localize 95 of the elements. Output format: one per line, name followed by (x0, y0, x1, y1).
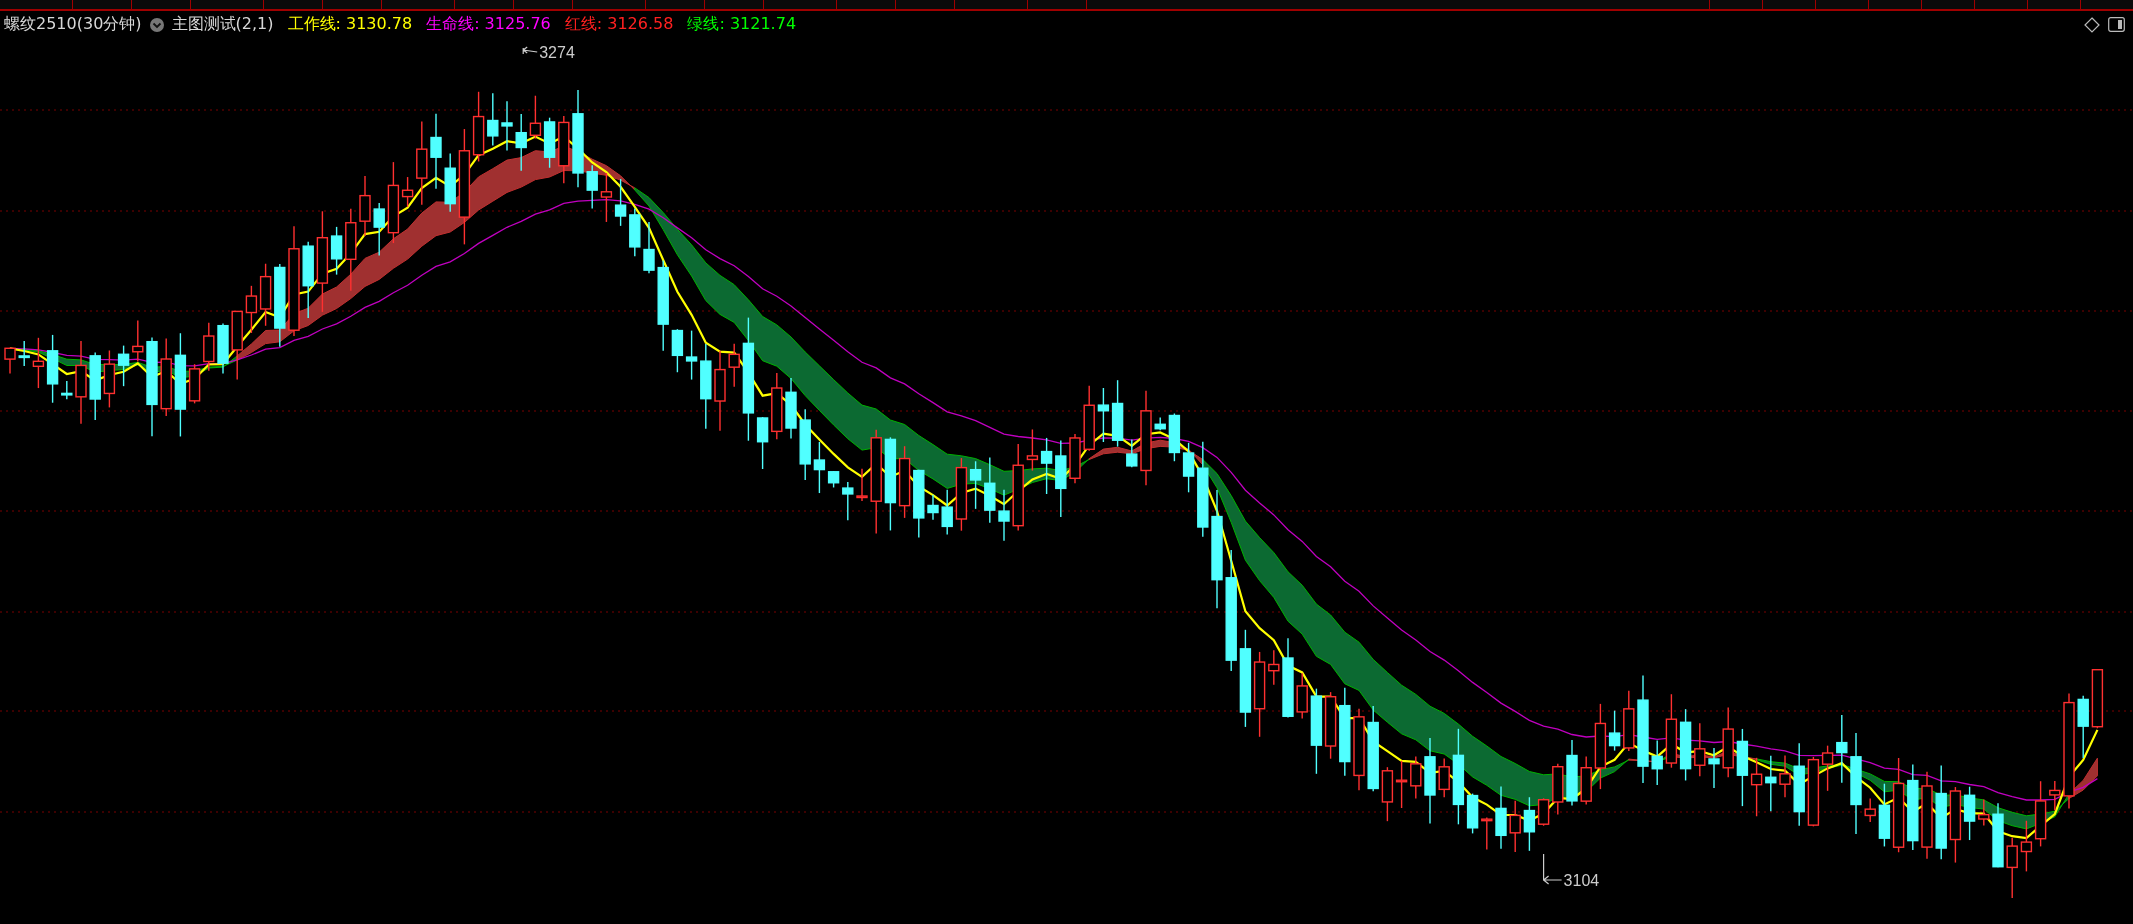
candlestick (1395, 760, 1408, 809)
symbol-title: 螺纹2510(30分钟) (4, 14, 142, 35)
candlestick (1552, 763, 1564, 816)
leader-arrow-icon (1543, 853, 1563, 885)
indicator-value: 绿线: 3121.74 (687, 14, 797, 35)
candlestick (1083, 385, 1095, 452)
candlestick (1694, 722, 1706, 777)
candlestick (117, 344, 130, 387)
panel-toggle-icon[interactable] (2108, 17, 2125, 32)
candlestick (998, 489, 1010, 542)
candlestick (728, 343, 740, 388)
candlestick (629, 207, 641, 257)
candlestick (1992, 802, 2004, 868)
candlestick (2020, 820, 2033, 873)
candlestick (2077, 695, 2089, 759)
candlestick (1566, 739, 1578, 807)
candlestick (2049, 780, 2061, 811)
candlestick (373, 202, 385, 257)
candlestick (2006, 837, 2018, 899)
candlestick (203, 322, 215, 372)
candlestick (1324, 691, 1337, 760)
candlestick (927, 493, 939, 521)
indicator-name: 主图测试(2,1) (171, 14, 274, 35)
candlestick (1750, 757, 1763, 817)
candlestick (685, 329, 698, 381)
candlestick (2091, 668, 2104, 729)
candlestick (4, 347, 16, 375)
candlestick (1580, 755, 1592, 806)
candlestick (1495, 785, 1507, 850)
candlestick (1026, 428, 1039, 472)
candlestick (913, 469, 925, 539)
candlestick (259, 263, 272, 327)
leader-arrow-icon (522, 46, 538, 55)
candlestick (558, 115, 570, 184)
candlestick (132, 319, 144, 363)
indicator-value: 工作线: 3130.78 (287, 14, 413, 35)
candlestick (1864, 797, 1876, 823)
candlestick (18, 340, 30, 367)
candlestick (1651, 739, 1663, 786)
candlestick (89, 351, 101, 421)
candlestick (671, 328, 684, 373)
candlestick (501, 100, 513, 152)
candlestick (785, 377, 797, 440)
candlestick (1154, 416, 1166, 432)
candlestick (1381, 766, 1394, 822)
candlestick (529, 95, 542, 140)
candlestick (245, 285, 258, 334)
high-price-label: 3274 (539, 44, 575, 61)
candlestick (771, 372, 783, 441)
candlestick (1722, 706, 1734, 778)
diamond-icon[interactable] (2084, 16, 2100, 33)
candlestick (1963, 786, 1976, 841)
candlestick (1182, 442, 1195, 493)
candlestick (856, 468, 868, 502)
candlestick (1779, 754, 1791, 798)
candlestick (1623, 690, 1635, 752)
candlestick (1040, 437, 1053, 495)
candlestick (32, 337, 45, 389)
candlestick (1097, 387, 1110, 443)
candlestick (1765, 755, 1777, 812)
candlestick (1481, 816, 1493, 851)
candlestick (1126, 438, 1138, 468)
candlestick (941, 489, 953, 536)
candlestick (487, 92, 499, 147)
indicator-value: 生命线: 3125.76 (426, 14, 551, 35)
candlestick (231, 310, 243, 381)
candlestick (600, 172, 613, 223)
candlestick (1069, 433, 1081, 485)
candlestick (217, 322, 229, 375)
candlestick (1296, 672, 1308, 720)
indicator-value: 红线: 3126.58 (564, 14, 674, 35)
candlestick (1438, 757, 1450, 799)
candlestick (586, 164, 598, 210)
dropdown-icon[interactable] (149, 17, 164, 32)
candlestick (515, 113, 527, 172)
candlestick (1708, 747, 1720, 789)
candlestick (1168, 412, 1181, 462)
candlestick (103, 349, 116, 409)
candlestick (1978, 798, 1990, 827)
low-price-label: 3104 (1563, 872, 1600, 889)
candlestick (614, 178, 627, 227)
candlestick (444, 152, 456, 213)
candlestick (2034, 780, 2047, 848)
candlestick (359, 175, 371, 237)
candlestick (842, 481, 854, 522)
candlestick (1836, 714, 1848, 784)
candlestick (984, 456, 996, 524)
candlestick (61, 380, 73, 400)
candlestick (46, 334, 59, 404)
candlestick (1509, 800, 1521, 853)
candlestick (543, 117, 556, 169)
candlestick (1268, 649, 1280, 686)
candlestick (1111, 379, 1124, 448)
candlestick (1410, 755, 1422, 800)
candlestick (643, 221, 655, 274)
